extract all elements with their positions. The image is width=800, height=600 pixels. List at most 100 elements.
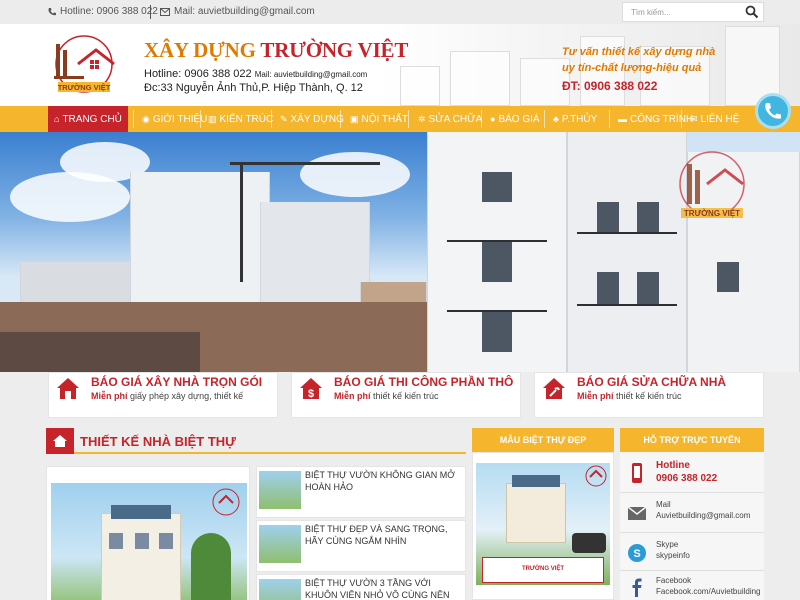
divider	[620, 532, 764, 533]
banner-photo-construction	[0, 132, 427, 372]
bank-icon: ▥	[208, 113, 217, 124]
nav-label: BÁO GIÁ	[498, 113, 540, 125]
header-mail[interactable]: Mail: auvietbuilding@gmail.com	[255, 70, 368, 79]
slogan-line-1: Tư vấn thiết kế xây dựng nhà	[562, 46, 716, 58]
support-mail[interactable]: Mail Auvietbuilding@gmail.com	[620, 498, 764, 530]
brand-part-2: TRƯỜNG VIỆT	[260, 38, 409, 62]
wrench-icon: ✎	[280, 113, 288, 124]
car-icon: ▣	[350, 113, 359, 124]
article-thumbnail	[259, 579, 301, 600]
service-free: Miễn phí	[334, 391, 371, 401]
nav-label: XÂY DỰNG	[290, 113, 344, 125]
nav-item-fengshui[interactable]: ♣ P.THỦY	[547, 106, 603, 132]
villa-sample-widget[interactable]: TRƯỜNG VIỆT	[472, 452, 614, 600]
facebook-icon	[632, 578, 642, 597]
support-hotline-number: 0906 388 022	[656, 473, 718, 484]
topbar-hotline-text: Hotline: 0906 388 022	[60, 6, 158, 17]
call-button[interactable]	[755, 93, 791, 129]
nav-item-contact[interactable]: ✉ LIÊN HỆ	[684, 106, 745, 132]
topbar-mail[interactable]: Mail: auvietbuilding@gmail.com	[160, 6, 315, 17]
article-item[interactable]: BIỆT THỰ VƯỜN 3 TẦNG VỚI KHUÔN VIÊN NHỎ …	[256, 574, 466, 600]
support-facebook-value: Facebook.com/Auvietbuilding	[656, 587, 761, 596]
logo-text: TRƯỜNG VIỆT	[58, 83, 111, 92]
article-title: BIỆT THỰ ĐẸP VÀ SANG TRỌNG, HÃY CÙNG NGẮ…	[305, 524, 448, 546]
slogan: Tư vấn thiết kế xây dựng nhà uy tín-chất…	[562, 44, 715, 76]
support-widget: Hotline 0906 388 022 Mail Auvietbuilding…	[620, 452, 764, 600]
phone-icon	[48, 8, 56, 16]
header-hotline-number[interactable]: 0906 388 022	[184, 68, 251, 80]
mobile-icon	[632, 463, 642, 483]
support-mail-label: Mail	[656, 500, 671, 509]
topbar-hotline[interactable]: Hotline: 0906 388 022	[48, 6, 158, 17]
banner-photo-completed: TRƯỜNG VIỆT	[427, 132, 800, 372]
support-facebook[interactable]: Facebook Facebook.com/Auvietbuilding	[620, 574, 764, 600]
service-desc: giấy phép xây dựng, thiết kế	[130, 391, 244, 401]
nav-item-construction[interactable]: ✎ XÂY DỰNG	[274, 106, 350, 132]
gear-icon: ✲	[418, 113, 426, 124]
slogan-phone[interactable]: ĐT: 0906 388 022	[562, 79, 657, 93]
header-contact-line: Hotline: 0906 388 022 Mail: auvietbuildi…	[144, 68, 367, 80]
support-skype-value: skypeinfo	[656, 551, 690, 560]
service-title: BÁO GIÁ THI CÔNG PHẦN THÔ	[334, 375, 514, 389]
site-header: TRƯỜNG VIỆT XÂY DỰNG TRƯỜNG VIỆT Hotline…	[0, 24, 800, 106]
house-icon	[57, 378, 79, 399]
home-icon	[53, 435, 67, 447]
truck-icon: ▬	[618, 114, 627, 124]
logo[interactable]: TRƯỜNG VIỆT	[46, 34, 122, 98]
article-thumbnail	[259, 471, 301, 509]
support-skype-label: Skype	[656, 540, 679, 549]
nav-label: P.THỦY	[561, 113, 598, 125]
top-bar: Hotline: 0906 388 022 Mail: auvietbuildi…	[0, 0, 800, 24]
hero-banner[interactable]: TRƯỜNG VIỆT	[0, 132, 800, 372]
article-thumbnail	[259, 525, 301, 563]
dollar-house-icon: $	[300, 378, 322, 400]
svg-text:$: $	[308, 388, 314, 400]
divider	[620, 492, 764, 493]
service-subtitle: Miễn phí thiết kế kiến trúc	[334, 391, 439, 401]
support-hotline[interactable]: Hotline 0906 388 022	[620, 460, 764, 496]
brand-title: XÂY DỰNG TRƯỜNG VIỆT	[144, 38, 408, 63]
header-address: Đc:33 Nguyễn Ảnh Thủ,P. Hiệp Thành, Q. 1…	[144, 82, 363, 94]
banner-watermark-text: TRƯỜNG VIỆT	[684, 209, 740, 218]
search-input[interactable]: Tìm kiếm...	[622, 2, 764, 22]
service-title: BÁO GIÁ XÂY NHÀ TRỌN GÓI	[91, 375, 263, 389]
search-icon[interactable]	[745, 5, 759, 19]
featured-article[interactable]	[46, 466, 250, 600]
chat-icon: ●	[490, 114, 496, 124]
nav-item-quote[interactable]: ● BÁO GIÁ	[484, 106, 546, 132]
nav-label: LIÊN HỆ	[700, 113, 740, 125]
service-card-rough[interactable]: $ BÁO GIÁ THI CÔNG PHẦN THÔ Miễn phí thi…	[291, 372, 521, 418]
topbar-separator	[150, 5, 151, 19]
widget-title-villas: MẪU BIỆT THỰ ĐẸP	[472, 428, 614, 452]
nav-label: KIẾN TRÚC	[219, 113, 274, 125]
service-card-package[interactable]: BÁO GIÁ XÂY NHÀ TRỌN GÓI Miễn phí giấy p…	[48, 372, 278, 418]
mail-icon: ✉	[690, 113, 698, 124]
envelope-icon	[160, 7, 170, 16]
section-title[interactable]: THIẾT KẾ NHÀ BIỆT THỰ	[80, 434, 236, 449]
home-icon-box	[46, 428, 74, 454]
flask-icon: ♣	[553, 114, 559, 124]
repair-house-icon	[543, 378, 565, 399]
main-nav: ⌂ TRANG CHỦ ◉ GIỚI THIỆU ▥ KIẾN TRÚC ✎ X…	[0, 106, 800, 132]
nav-label: TRANG CHỦ	[62, 113, 122, 125]
nav-label: SỬA CHỮA	[428, 113, 483, 125]
support-hotline-label: Hotline	[656, 460, 690, 471]
article-item[interactable]: BIỆT THỰ ĐẸP VÀ SANG TRỌNG, HÃY CÙNG NGẮ…	[256, 520, 466, 572]
skype-icon: S	[628, 544, 646, 562]
nav-item-repair[interactable]: ✲ SỬA CHỮA	[412, 106, 488, 132]
service-desc: thiết kế kiến trúc	[373, 391, 439, 401]
nav-item-interior[interactable]: ▣ NỘI THẤT	[344, 106, 414, 132]
topbar-mail-text: Mail: auvietbuilding@gmail.com	[174, 6, 315, 17]
service-subtitle: Miễn phí thiết kế kiến trúc	[577, 391, 682, 401]
support-skype[interactable]: S Skype skypeinfo	[620, 538, 764, 570]
article-item[interactable]: BIỆT THỰ VƯỜN KHÔNG GIAN MỞ HOÀN HẢO	[256, 466, 466, 518]
service-card-repair[interactable]: BÁO GIÁ SỬA CHỮA NHÀ Miễn phí thiết kế k…	[534, 372, 764, 418]
nav-item-home[interactable]: ⌂ TRANG CHỦ	[48, 106, 128, 132]
service-subtitle: Miễn phí giấy phép xây dựng, thiết kế	[91, 391, 243, 401]
nav-item-architecture[interactable]: ▥ KIẾN TRÚC	[202, 106, 279, 132]
service-desc: thiết kế kiến trúc	[616, 391, 682, 401]
watermark-logo	[585, 465, 607, 487]
section-heading: THIẾT KẾ NHÀ BIỆT THỰ	[46, 428, 466, 454]
header-hotline-label: Hotline:	[144, 68, 182, 80]
support-facebook-label: Facebook	[656, 576, 692, 585]
